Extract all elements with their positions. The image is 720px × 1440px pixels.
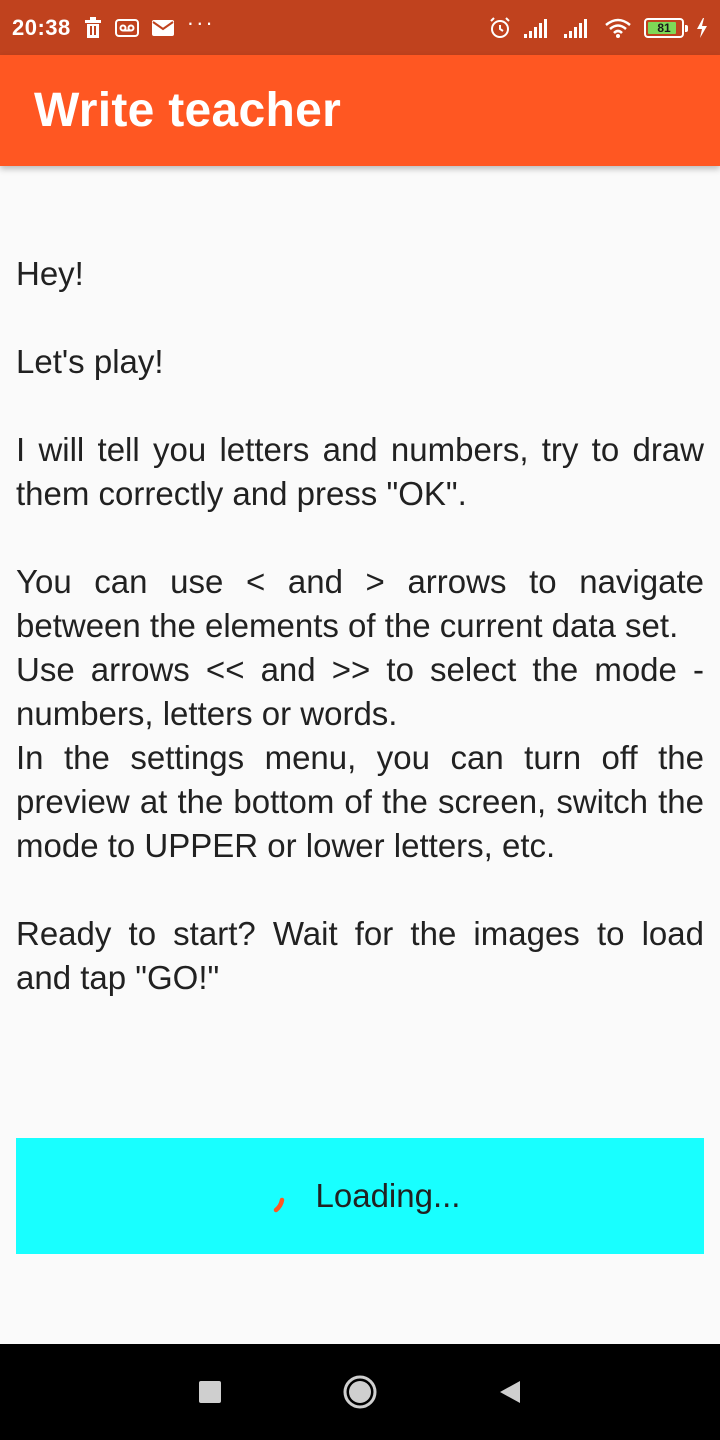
battery-icon: 81: [644, 17, 688, 38]
intro-lets-play: Let's play!: [16, 343, 164, 380]
intro-greeting: Hey!: [16, 255, 84, 292]
loading-label: Loading...: [315, 1177, 461, 1214]
alarm-icon: [488, 16, 512, 40]
status-bar-left: 20:38 ···: [12, 9, 215, 41]
battery-percent: 81: [657, 20, 671, 35]
status-bar-right: 81: [488, 16, 708, 40]
intro-mode: Use arrows << and >> to select the mode …: [16, 651, 704, 732]
intro-instructions: I will tell you letters and numbers, try…: [16, 431, 704, 512]
loading-spinner-icon: [273, 1197, 284, 1213]
voicemail-icon: [114, 18, 139, 38]
intro-navigation: You can use < and > arrows to navigate b…: [16, 563, 704, 644]
intro-settings: In the settings menu, you can turn off t…: [16, 739, 704, 864]
loading-button[interactable]: Loading...: [16, 1138, 704, 1254]
signal-icon: [524, 18, 552, 38]
back-icon[interactable]: [435, 1379, 585, 1405]
trash-icon: [83, 16, 103, 39]
charging-icon: [696, 17, 708, 38]
intro-text: Hey! Let's play! I will tell you letters…: [16, 252, 704, 1000]
signal-icon: [564, 18, 592, 38]
app-bar: Write teacher: [0, 55, 720, 166]
mail-icon: [151, 19, 175, 37]
system-nav-bar: [0, 1344, 720, 1440]
wifi-icon: [604, 17, 632, 39]
intro-ready: Ready to start? Wait for the images to l…: [16, 915, 704, 996]
status-time: 20:38: [12, 14, 71, 40]
status-bar: 20:38 ··· 81: [0, 0, 720, 55]
more-icon: ···: [186, 9, 215, 35]
home-icon[interactable]: [285, 1374, 435, 1410]
page-title: Write teacher: [34, 84, 342, 137]
recent-apps-icon[interactable]: [135, 1380, 285, 1404]
